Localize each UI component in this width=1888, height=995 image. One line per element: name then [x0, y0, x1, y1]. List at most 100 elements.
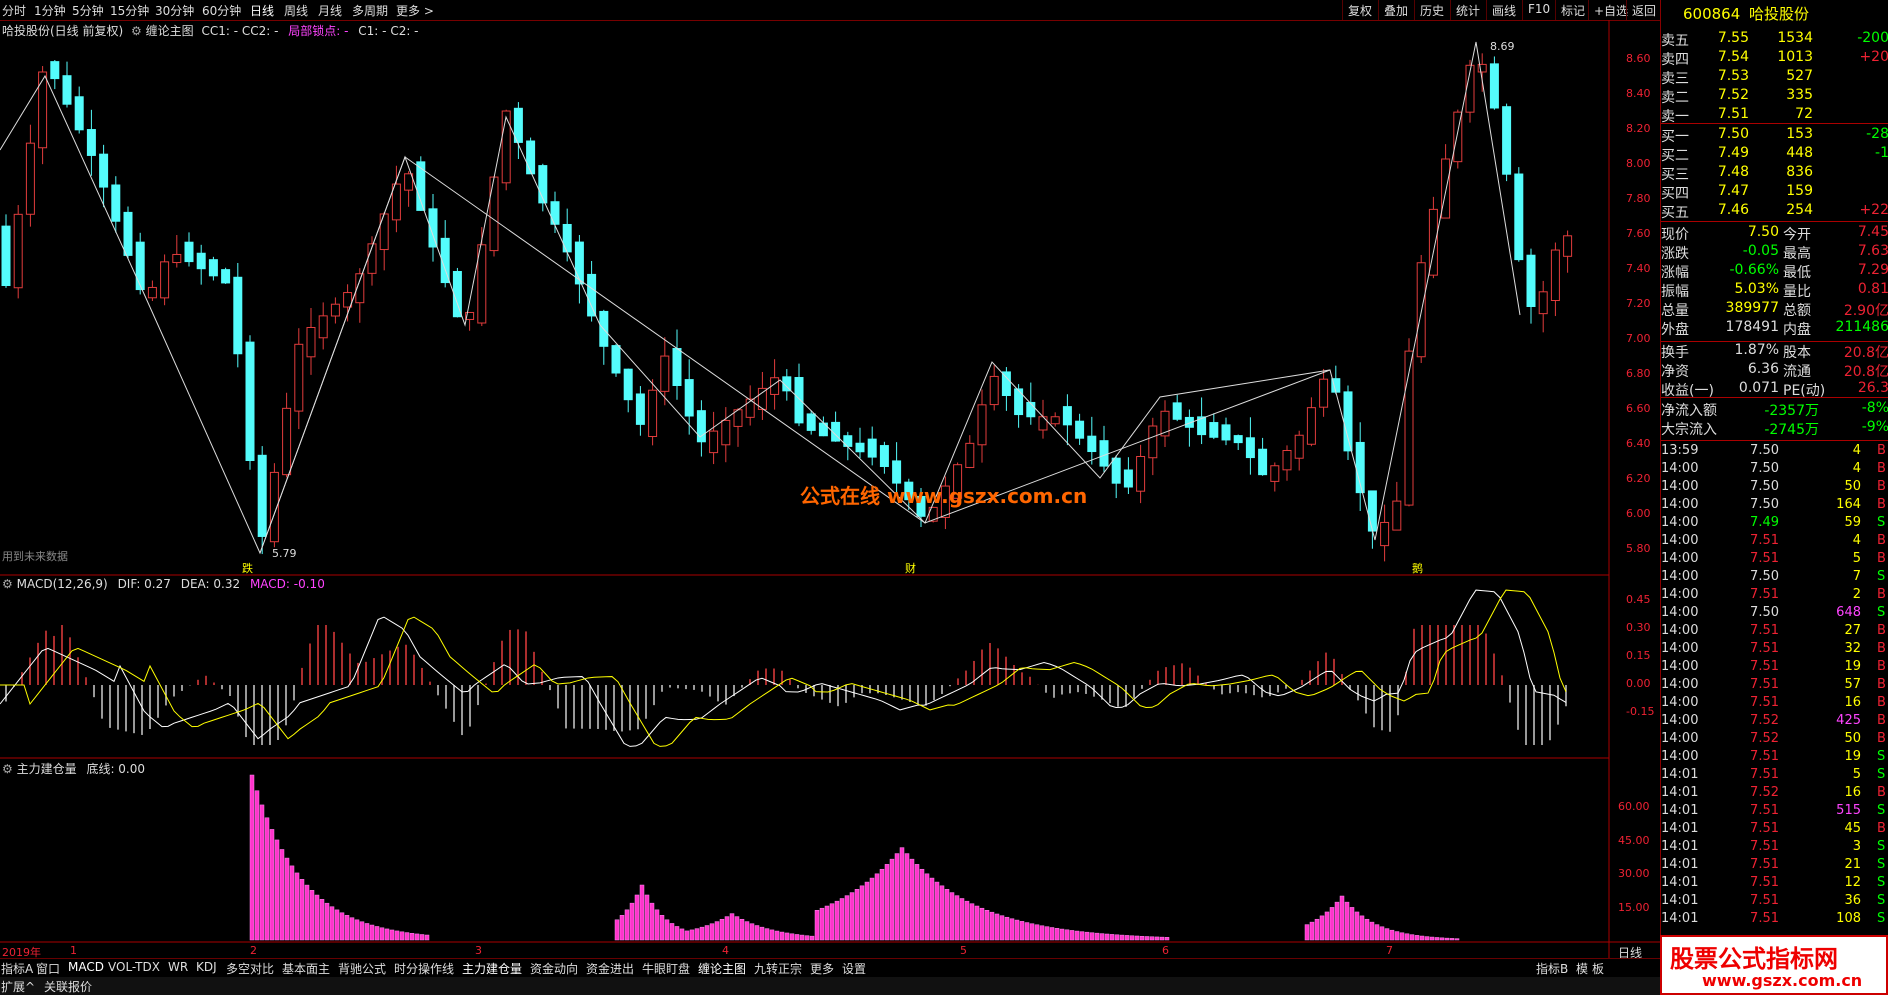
tick-side: S: [1877, 875, 1886, 890]
tab-bull-eye[interactable]: 牛眼盯盘: [642, 960, 690, 977]
bid-label: 买一: [1661, 129, 1689, 145]
y-tick: 0.45: [1626, 593, 1651, 606]
candle-body: [1087, 435, 1097, 453]
tab-intraday-line[interactable]: 时分操作线: [394, 960, 454, 977]
high-price-label: 8.69: [1490, 40, 1515, 53]
tick-price: 7.52: [1750, 785, 1779, 800]
tab-long-short[interactable]: 多空对比: [226, 960, 274, 977]
volume-bar: [319, 899, 325, 941]
ask-price: 7.52: [1717, 87, 1749, 103]
volume-bar: [1059, 928, 1065, 941]
tab-nine-turn[interactable]: 九转正宗: [754, 960, 802, 977]
tick-time: 14:00: [1661, 551, 1699, 566]
volume-bar: [1164, 937, 1170, 941]
tick-row: 14:01 7.51 515 S: [1661, 803, 1888, 821]
candle-body: [1245, 437, 1255, 459]
tick-price: 7.51: [1750, 767, 1779, 782]
volume-bar: [1329, 907, 1335, 941]
candle-body: [111, 184, 121, 222]
related-quotes-button[interactable]: 关联报价: [44, 978, 92, 995]
tab-chan-main[interactable]: 缠论主图: [698, 960, 746, 977]
y-tick: 7.80: [1626, 192, 1651, 205]
tab-divergence[interactable]: 背驰公式: [338, 960, 386, 977]
tab-template[interactable]: 模: [1576, 960, 1588, 977]
tab-fund-trend[interactable]: 资金动向: [530, 960, 578, 977]
volume-bar: [619, 915, 625, 941]
tab-fundamental[interactable]: 基本面主: [282, 960, 330, 977]
candle-body: [1062, 406, 1072, 426]
tick-side: S: [1877, 767, 1886, 782]
volume-bar: [874, 873, 880, 941]
volume-bar: [1394, 931, 1400, 941]
candle-body: [38, 71, 48, 149]
tab-indicator-b[interactable]: 指标B: [1536, 960, 1568, 977]
volume-bar: [1454, 938, 1460, 941]
candle-body: [1038, 416, 1048, 431]
flow-value: -2745万: [1764, 422, 1819, 438]
tab-accumulation[interactable]: 主力建仓量: [462, 960, 522, 977]
tick-volume: 425: [1836, 713, 1861, 728]
volume-bar: [994, 913, 1000, 941]
volume-bar: [1014, 919, 1020, 941]
stat-value: 0.071: [1738, 380, 1779, 396]
tab-fund-flow[interactable]: 资金进出: [586, 960, 634, 977]
tick-time: 14:01: [1661, 767, 1699, 782]
volume-bar: [1429, 936, 1435, 941]
volume-bar: [1094, 932, 1100, 941]
tab-macd[interactable]: MACD: [68, 960, 104, 974]
stock-name: 哈投股份: [1749, 5, 1810, 23]
tab-more[interactable]: 更多: [810, 960, 834, 977]
candle-body: [1392, 500, 1402, 531]
tick-side: B: [1877, 587, 1886, 602]
tick-time: 14:00: [1661, 731, 1699, 746]
tab-kdj[interactable]: KDJ: [196, 960, 217, 974]
candle-body: [1014, 388, 1024, 416]
volume-bar: [259, 804, 265, 941]
bid-volume: 153: [1786, 126, 1813, 142]
volume-bar: [1144, 936, 1150, 941]
candle-body: [1050, 416, 1060, 425]
low-price-label: 5.79: [272, 547, 297, 560]
volume-bar: [1384, 928, 1390, 941]
tick-time: 14:00: [1661, 641, 1699, 656]
bid-volume: 836: [1786, 164, 1813, 180]
ask-volume: 1013: [1777, 49, 1813, 65]
volume-bar: [754, 925, 760, 941]
chan-stroke-lines: [0, 41, 1521, 555]
tab-indicator-a[interactable]: 指标A: [1, 960, 33, 977]
volume-bar: [299, 879, 305, 941]
candle-body: [501, 110, 511, 184]
tab-wr[interactable]: WR: [168, 960, 188, 974]
candle-body: [208, 259, 218, 277]
flow-percent: -8%: [1861, 400, 1888, 416]
tab-window[interactable]: 窗口: [36, 960, 60, 977]
volume-bar: [989, 911, 995, 941]
expand-button[interactable]: 扩展^: [1, 978, 35, 995]
tab-settings[interactable]: 设置: [842, 960, 866, 977]
volume-bar: [679, 928, 685, 941]
tick-row: 14:00 7.50 50 B: [1661, 479, 1888, 497]
indicator-tab-bar: 指标A 窗口 MACD VOL-TDX WR KDJ 多空对比 基本面主 背驰公…: [0, 958, 1660, 977]
ask-row: 卖二 7.52 335: [1661, 87, 1888, 106]
volume-bar: [739, 918, 745, 941]
tab-board[interactable]: 板: [1592, 960, 1604, 977]
candle-body: [526, 140, 536, 175]
volume-bar: [774, 930, 780, 941]
bid-label: 买四: [1661, 186, 1689, 202]
stat-label: 总量: [1661, 303, 1689, 319]
stat-value: 2.90亿: [1843, 303, 1888, 319]
bid-volume: 448: [1786, 145, 1813, 161]
volume-bar: [999, 915, 1005, 941]
ask-price: 7.54: [1717, 49, 1749, 65]
tick-side: B: [1877, 713, 1886, 728]
tab-vol-tdx[interactable]: VOL-TDX: [108, 960, 160, 974]
volume-bar: [409, 933, 415, 941]
y-tick: 6.80: [1626, 367, 1651, 380]
tick-row: 14:01 7.51 45 B: [1661, 821, 1888, 839]
tick-row: 14:00 7.49 59 S: [1661, 515, 1888, 533]
stat-row: 总量 389977 总额 2.90亿: [1661, 300, 1888, 319]
candle-body: [1026, 401, 1036, 418]
volume-bar: [269, 829, 275, 941]
ask-change: -200: [1857, 30, 1888, 46]
volume-bar: [1369, 921, 1375, 941]
